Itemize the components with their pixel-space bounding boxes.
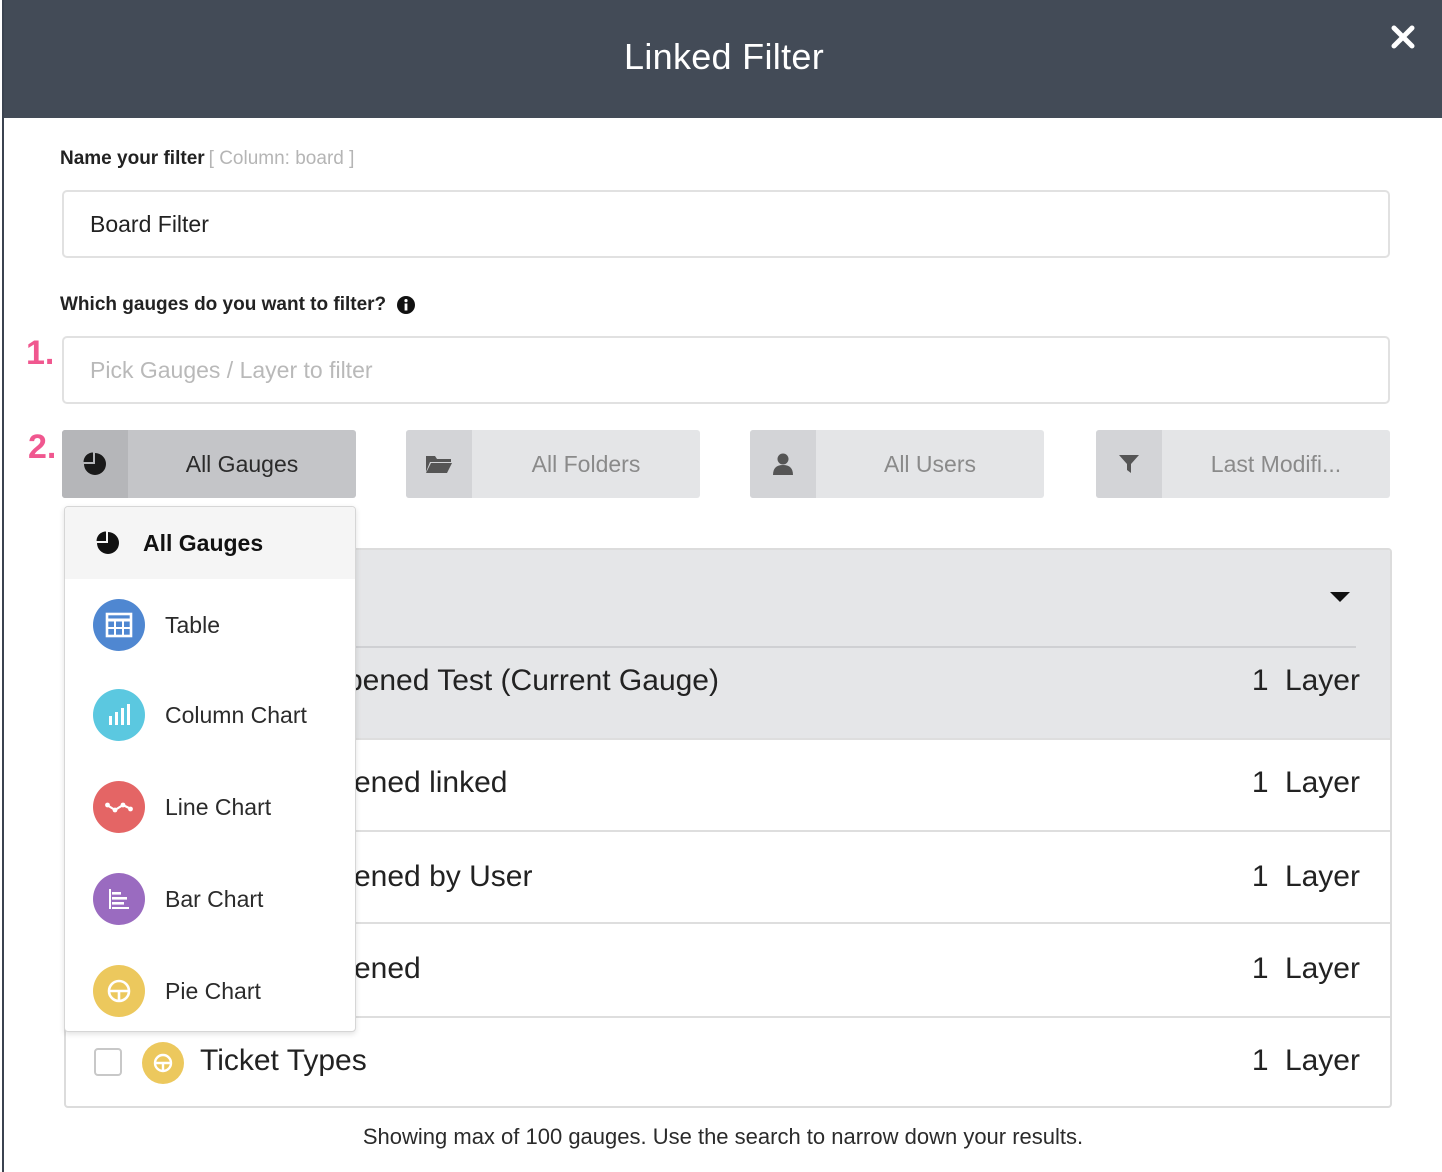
gauges-question-label: Which gauges do you want to filter? [60,294,416,316]
filter-name-label: Name your filter[ Column: board ] [60,148,354,170]
linked-filter-dialog: Linked Filter Name your filter[ Column: … [2,0,1442,1172]
gauges-question-text: Which gauges do you want to filter? [60,294,387,315]
step-1-marker: 1. [26,334,55,372]
folder-filter-label: All Folders [531,451,641,477]
modified-filter-button[interactable]: Last Modifi... [1096,430,1390,498]
dropdown-item-label: Table [165,611,220,638]
info-icon[interactable] [396,295,416,315]
dropdown-item-label: Column Chart [165,701,307,728]
caret-down-icon[interactable] [1330,592,1350,602]
gauge-row-layers: 1 Layer [1251,1044,1360,1077]
dropdown-item-bar-chart[interactable]: Bar Chart [65,873,355,925]
gauge-type-filter-label: All Gauges [185,451,299,477]
step-2-marker: 2. [28,428,57,466]
folder-filter-button[interactable]: All Folders [406,430,700,498]
dropdown-item-label: Line Chart [165,793,272,820]
pie-chart-icon [93,965,145,1017]
gauge-search-input[interactable] [62,336,1390,404]
user-icon [750,430,816,498]
dialog-header: Linked Filter [4,0,1442,118]
folder-open-icon [406,430,472,498]
dropdown-item-pie-chart[interactable]: Pie Chart [65,965,355,1017]
gauge-row-name: ened by User [354,860,533,893]
bar-chart-icon [93,873,145,925]
gauge-row-layers: 1 Layer [1251,952,1360,985]
filter-name-label-text: Name your filter [60,148,205,169]
user-filter-button[interactable]: All Users [750,430,1044,498]
row-checkbox[interactable] [94,1048,122,1076]
dropdown-item-label: All Gauges [143,529,264,556]
gauge-row-layers: 1 Layer [1251,664,1360,697]
gauge-row-name: Ticket Types [200,1044,367,1077]
dropdown-item-label: Pie Chart [165,977,261,1004]
close-icon[interactable] [1388,22,1418,52]
pie-chart-icon [142,1042,184,1084]
gauge-row-name: ened linked [354,766,508,799]
line-chart-icon [93,781,145,833]
pie-icon [95,530,121,556]
funnel-icon [1096,430,1162,498]
dropdown-item-column-chart[interactable]: Column Chart [65,689,355,741]
dropdown-item-all-gauges[interactable]: All Gauges [65,507,355,579]
gauge-type-dropdown: All Gauges Table Column Chart Line Chart… [64,506,356,1032]
filter-name-input[interactable] [62,190,1390,258]
column-chart-icon [93,689,145,741]
gauge-row-name: ened [354,952,421,985]
table-icon [93,599,145,651]
column-hint: [ Column: board ] [208,148,355,169]
dropdown-item-label: Bar Chart [165,885,264,912]
gauge-row-layers: 1 Layer [1251,860,1360,893]
gauge-row-layers: 1 Layer [1251,766,1360,799]
pie-icon [62,430,128,498]
dialog-title: Linked Filter [624,36,824,77]
gauge-type-filter-button[interactable]: All Gauges [62,430,356,498]
results-limit-note: Showing max of 100 gauges. Use the searc… [362,1124,1084,1149]
gauge-row-name: )pened Test (Current Gauge) [336,664,719,697]
modified-filter-label: Last Modifi... [1210,451,1342,477]
dropdown-item-table[interactable]: Table [65,599,355,651]
user-filter-label: All Users [883,451,976,477]
dropdown-item-line-chart[interactable]: Line Chart [65,781,355,833]
